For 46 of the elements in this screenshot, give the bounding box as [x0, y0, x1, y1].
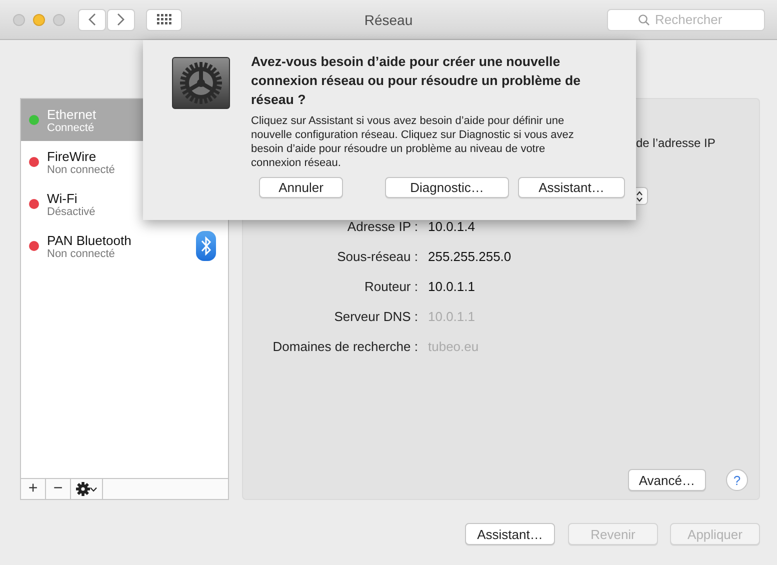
field-label: Adresse IP : [346, 218, 418, 236]
add-button[interactable]: + [21, 479, 46, 499]
forward-button[interactable] [107, 8, 135, 30]
network-status: Désactivé [47, 206, 96, 218]
chevron-left-icon [88, 13, 96, 26]
help-button[interactable]: ? [726, 469, 748, 491]
back-button[interactable] [78, 8, 106, 30]
field-value: 10.0.1.4 [428, 218, 476, 236]
dialog-title: Avez-vous besoin d’aide pour créer une nouvelle connexion réseau ou pour résoudre un problème de réseau ? [251, 53, 582, 109]
gear-icon [172, 57, 230, 109]
field-value: 10.0.1.1 [428, 278, 476, 296]
chevron-right-icon [117, 13, 125, 26]
network-status: Connecté [47, 122, 96, 134]
field-value: tubeo.eu [428, 338, 480, 356]
up-down-arrows-icon [636, 190, 643, 202]
gear-icon [76, 482, 90, 496]
field-label: Serveur DNS : [333, 308, 418, 326]
network-name: Wi-Fi [47, 190, 78, 206]
search-field[interactable]: Rechercher [607, 8, 765, 30]
bluetooth-icon [196, 231, 216, 261]
field-value: 10.0.1.1 [428, 308, 476, 326]
caret-icon [90, 486, 97, 492]
window-title: Réseau [364, 12, 413, 28]
config-text: de l’adresse IP [636, 136, 716, 152]
dialog-button[interactable]: Assistant… [518, 177, 625, 198]
network-item[interactable]: Wi-Fi Désactivé [21, 183, 228, 225]
footer-button[interactable]: Assistant… [465, 523, 555, 545]
field-label: Sous-réseau : [336, 248, 418, 266]
search-icon [638, 14, 650, 26]
field-value: 255.255.255.0 [428, 248, 512, 266]
show-all-button[interactable] [146, 8, 182, 30]
network-item[interactable]: FireWire Non connecté [21, 141, 228, 183]
network-name: Ethernet [47, 106, 98, 122]
advanced-button[interactable]: Avancé… [628, 469, 706, 491]
field-label: Routeur : [364, 278, 418, 296]
field-label: Domaines de recherche : [272, 338, 418, 356]
dialog-button[interactable]: Annuler [259, 177, 343, 198]
network-status: Non connecté [47, 248, 116, 260]
network-item[interactable]: PAN Bluetooth Non connecté [21, 225, 228, 267]
grid-icon [156, 14, 172, 25]
network-status: Non connecté [47, 164, 116, 176]
network-name: FireWire [47, 148, 98, 164]
dialog-message: Cliquez sur Assistant si vous avez besoin d’aide pour définir une nouvelle configuration réseau. Cliquez sur Diagnostic si vous avez besoin d’aide pour résoudre un problème au niveau de votre connexion réseau. [251, 114, 575, 170]
remove-button[interactable]: − [46, 479, 71, 499]
network-name: PAN Bluetooth [47, 232, 132, 248]
dialog-button[interactable]: Diagnostic… [385, 177, 509, 198]
